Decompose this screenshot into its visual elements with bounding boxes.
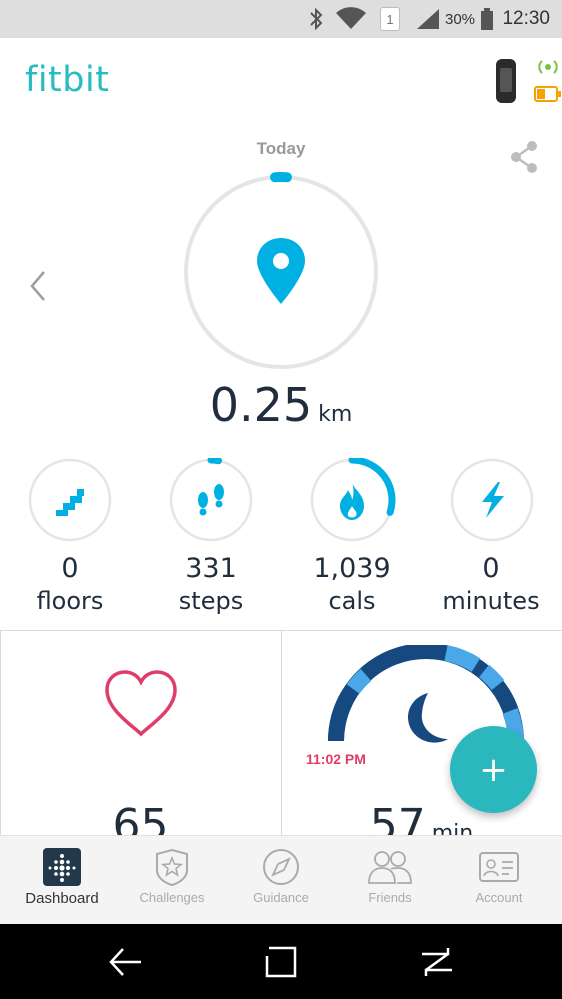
nav-account[interactable]: Account (443, 836, 555, 925)
distance-value: 0.25 (209, 378, 313, 432)
minutes-value: 0 (482, 553, 500, 584)
steps-label: steps (178, 587, 244, 615)
footprints-icon (198, 484, 224, 516)
location-pin-icon (257, 238, 305, 304)
bluetooth-icon (308, 0, 324, 38)
battery-icon (480, 0, 494, 38)
compass-icon (262, 848, 300, 886)
calories-value: 1,039 (313, 553, 391, 584)
tracker-device-icon[interactable] (490, 58, 522, 109)
calories-stat: 1,039 cals (282, 553, 422, 617)
add-fab-button[interactable]: + (450, 726, 537, 813)
floors-stat: 0 floors (0, 553, 140, 617)
moon-icon (408, 693, 448, 743)
stairs-icon (56, 489, 84, 516)
sync-signal-icon (536, 58, 560, 81)
nav-friends[interactable]: Friends (334, 836, 446, 925)
steps-ring[interactable] (169, 456, 253, 547)
flame-icon (340, 482, 364, 520)
wifi-icon (335, 0, 367, 38)
minutes-label: minutes (442, 587, 540, 615)
challenges-star-icon (153, 848, 191, 886)
nav-dashboard[interactable]: Dashboard (6, 836, 118, 925)
nav-guidance[interactable]: Guidance (225, 836, 337, 925)
floors-ring[interactable] (28, 458, 112, 547)
heart-icon (103, 668, 179, 743)
nav-guidance-label: Guidance (253, 890, 309, 905)
nav-friends-label: Friends (368, 890, 412, 905)
signal-icon (415, 0, 441, 38)
android-navigation-bar (0, 924, 562, 999)
bottom-navigation: Dashboard Challenges Guidance Friends Ac… (0, 835, 562, 924)
distance-readout: 0.25 km (0, 378, 562, 432)
distance-unit: km (318, 402, 353, 427)
nav-challenges[interactable]: Challenges (116, 836, 228, 925)
calories-label: cals (328, 587, 376, 615)
back-arrow-icon[interactable] (85, 924, 165, 999)
plus-icon: + (479, 749, 508, 790)
sleep-start-time: 11:02 PM (306, 751, 366, 767)
nav-dashboard-label: Dashboard (25, 890, 99, 907)
active-minutes-ring[interactable] (450, 458, 534, 547)
friends-icon (367, 848, 413, 886)
floors-label: floors (36, 587, 104, 615)
lightning-icon (482, 482, 504, 518)
nav-account-label: Account (475, 890, 523, 905)
sim-label: 1 (380, 7, 400, 31)
recents-icon[interactable] (397, 924, 477, 999)
share-icon[interactable] (508, 140, 540, 179)
previous-day-chevron-icon[interactable] (26, 268, 50, 309)
status-bar: 1 30% 12:30 (0, 0, 562, 38)
app-header: fitbit (0, 38, 562, 128)
distance-progress-ring[interactable] (181, 172, 381, 377)
account-card-icon (479, 848, 519, 886)
nav-challenges-label: Challenges (139, 890, 205, 905)
sim-indicator: 1 (380, 0, 400, 38)
home-square-icon[interactable] (241, 924, 321, 999)
floors-value: 0 (61, 553, 79, 584)
steps-value: 331 (185, 553, 237, 584)
dashboard-icon (43, 848, 81, 886)
fitbit-logo: fitbit (25, 60, 110, 100)
period-label: Today (256, 139, 306, 158)
clock: 12:30 (502, 8, 550, 29)
calories-ring[interactable] (310, 456, 400, 553)
minutes-stat: 0 minutes (421, 553, 561, 617)
fitbit-dashboard-screen: 1 30% 12:30 fitbit Today 0.25 km 0 floor… (0, 0, 562, 999)
steps-stat: 331 steps (141, 553, 281, 617)
battery-percent: 30% (445, 10, 476, 28)
device-battery-icon (534, 86, 562, 107)
